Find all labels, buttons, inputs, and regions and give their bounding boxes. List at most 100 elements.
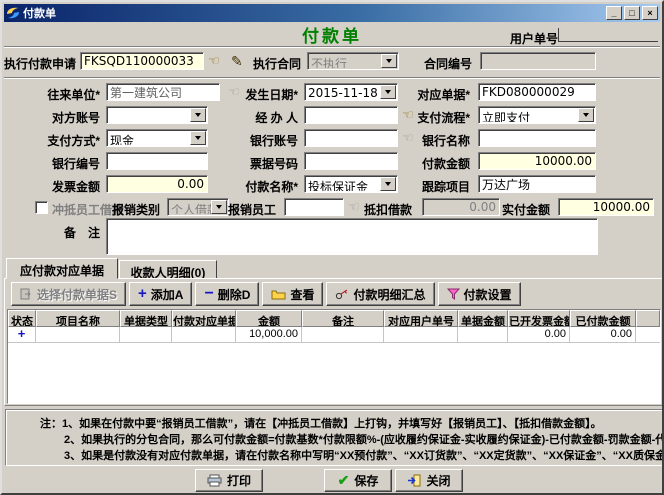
separator — [4, 46, 660, 48]
lookup-hand-icon: ☜ — [228, 85, 240, 99]
pay-name-select[interactable]: 投标保证金 — [304, 175, 398, 193]
occur-date-select[interactable]: 2015-11-18 — [304, 83, 398, 101]
close-button[interactable]: × — [642, 6, 658, 20]
app-icon — [6, 6, 20, 20]
cell-related-doc[interactable] — [172, 327, 236, 343]
pay-amount-input[interactable] — [478, 152, 596, 170]
col-doc-amount[interactable]: 单据金额 — [458, 310, 508, 327]
contract-no-input — [480, 52, 596, 70]
bank-no-input[interactable] — [106, 152, 208, 170]
view-button[interactable]: 查看 — [262, 282, 323, 306]
related-doc-input[interactable] — [478, 83, 596, 101]
dropdown-arrow-icon[interactable] — [380, 85, 396, 99]
separator — [4, 77, 660, 79]
pay-flow-select[interactable]: 立即支付 — [478, 106, 596, 124]
offset-loan-checkbox[interactable] — [35, 201, 48, 214]
col-amount[interactable]: 金额 — [236, 310, 302, 327]
reimburse-type-select: 个人借款 — [167, 198, 229, 216]
dropdown-arrow-icon[interactable] — [190, 131, 206, 145]
col-doc-type[interactable]: 单据类型 — [120, 310, 172, 327]
cell-amount[interactable]: 10,000.00 — [236, 327, 302, 343]
cell-doc-amount[interactable] — [458, 327, 508, 343]
track-project-label: 跟踪项目 — [422, 178, 470, 195]
col-filler — [636, 310, 660, 327]
bill-no-input[interactable] — [304, 152, 398, 170]
exec-request-input[interactable] — [80, 52, 204, 70]
edit-pen-icon[interactable]: ✎ — [231, 53, 243, 70]
payment-settings-button[interactable]: 付款设置 — [438, 282, 521, 306]
exec-contract-select[interactable]: 不执行 — [307, 52, 399, 70]
col-user-doc-no[interactable]: 对应用户单号 — [384, 310, 458, 327]
pay-flow-label: 支付流程* — [417, 109, 470, 126]
minus-icon: − — [204, 289, 213, 299]
delete-row-button[interactable]: − 删除D — [195, 282, 259, 306]
track-project-input[interactable] — [478, 175, 596, 193]
cell-doc-type[interactable] — [120, 327, 172, 343]
dropdown-arrow-icon[interactable] — [380, 177, 396, 191]
related-doc-label: 对应单据* — [417, 86, 470, 103]
user-doc-no-input[interactable] — [558, 28, 658, 42]
select-payment-doc-button: 选择付款单据S — [11, 282, 126, 306]
cell-project-name[interactable] — [36, 327, 120, 343]
table-row[interactable]: + 10,000.00 0.00 0.00 — [8, 327, 660, 343]
tab-payee-detail[interactable]: 收款人明细(0) — [119, 260, 217, 279]
contract-no-label: 合同编号 — [424, 55, 472, 72]
note-line: 3、如果是付款没有对应付款单据，请在付款名称中写明“XX预付款”、“XX订货款”… — [40, 448, 662, 464]
other-account-select[interactable] — [106, 106, 208, 124]
invoice-amount-input[interactable] — [106, 175, 208, 193]
dropdown-arrow-icon[interactable] — [381, 54, 397, 68]
cell-remark[interactable] — [302, 327, 384, 343]
col-related-doc[interactable]: 付款对应单据 — [172, 310, 236, 327]
lookup-hand-icon[interactable]: ☜ — [402, 108, 414, 122]
tab-payable-docs[interactable]: 应付款对应单据 — [6, 258, 118, 279]
dropdown-arrow-icon[interactable] — [578, 108, 594, 122]
pay-method-select[interactable]: 现金 — [106, 129, 208, 147]
deduct-loan-label: 抵扣借款 — [364, 201, 412, 218]
dropdown-arrow-icon — [211, 200, 227, 214]
col-remark[interactable]: 备注 — [302, 310, 384, 327]
cell-user-doc-no[interactable] — [384, 327, 458, 343]
counterparty-input[interactable] — [106, 83, 220, 101]
window-title: 付款单 — [23, 5, 604, 21]
cell-paid-amount[interactable]: 0.00 — [570, 327, 636, 343]
remark-textarea[interactable] — [106, 218, 598, 255]
maximize-button[interactable]: □ — [624, 6, 640, 20]
exec-contract-label: 执行合同 — [253, 55, 301, 72]
save-button[interactable]: ✔ 保存 — [324, 469, 392, 492]
lookup-hand-icon: ☜ — [402, 131, 414, 145]
title-bar: 付款单 _ □ × — [4, 4, 660, 22]
handler-input[interactable] — [304, 106, 398, 124]
exec-request-label: 执行付款申请 — [4, 55, 76, 72]
col-paid-amount[interactable]: 已付款金额 — [570, 310, 636, 327]
bank-no-label: 银行编号 — [52, 155, 100, 172]
exit-door-icon — [407, 474, 421, 487]
dropdown-arrow-icon[interactable] — [190, 108, 206, 122]
invoice-amount-label: 发票金额 — [52, 178, 100, 195]
payment-detail-summary-button[interactable]: 付款明细汇总 — [326, 282, 434, 306]
payment-docs-grid: 状态 项目名称 单据类型 付款对应单据 金额 备注 对应用户单号 单据金额 已开… — [7, 309, 661, 404]
bank-name-label: 银行名称 — [422, 132, 470, 149]
col-invoiced-amount[interactable]: 已开发票金额 — [508, 310, 570, 327]
payment-form-window: 付款单 _ □ × 付款单 用户单号 执行付款申请 ☜ ✎ 执行合同 不执行 合… — [0, 0, 664, 495]
actual-amount-label: 实付金额 — [502, 201, 550, 218]
col-status[interactable]: 状态 — [8, 310, 36, 327]
row-status-icon: + — [8, 327, 36, 343]
reimburse-staff-label: 报销员工 — [228, 201, 276, 218]
remark-label: 备 注 — [64, 224, 100, 241]
col-project-name[interactable]: 项目名称 — [36, 310, 120, 327]
print-button[interactable]: 打印 — [195, 469, 263, 492]
reimburse-staff-input[interactable] — [284, 198, 344, 216]
cell-invoiced-amount[interactable]: 0.00 — [508, 327, 570, 343]
grid-toolbar: 选择付款单据S + 添加A − 删除D 查看 付款明细汇总 — [11, 282, 521, 306]
actual-amount-input[interactable] — [558, 198, 654, 216]
minimize-button[interactable]: _ — [606, 6, 622, 20]
lookup-hand-icon[interactable]: ☜ — [208, 54, 220, 68]
pay-amount-label: 付款金额 — [422, 155, 470, 172]
bank-name-input[interactable] — [478, 129, 596, 147]
close-form-button[interactable]: 关闭 — [395, 469, 463, 492]
note-line: 注：1、如果在付款中要“报销员工借款”，请在【冲抵员工借款】上打钩，并填写好【报… — [40, 416, 662, 432]
counterparty-label: 往来单位* — [47, 86, 100, 103]
bank-account-input[interactable] — [304, 129, 398, 147]
add-row-button[interactable]: + 添加A — [129, 282, 192, 306]
tab-panel: 选择付款单据S + 添加A − 删除D 查看 付款明细汇总 — [4, 278, 664, 406]
